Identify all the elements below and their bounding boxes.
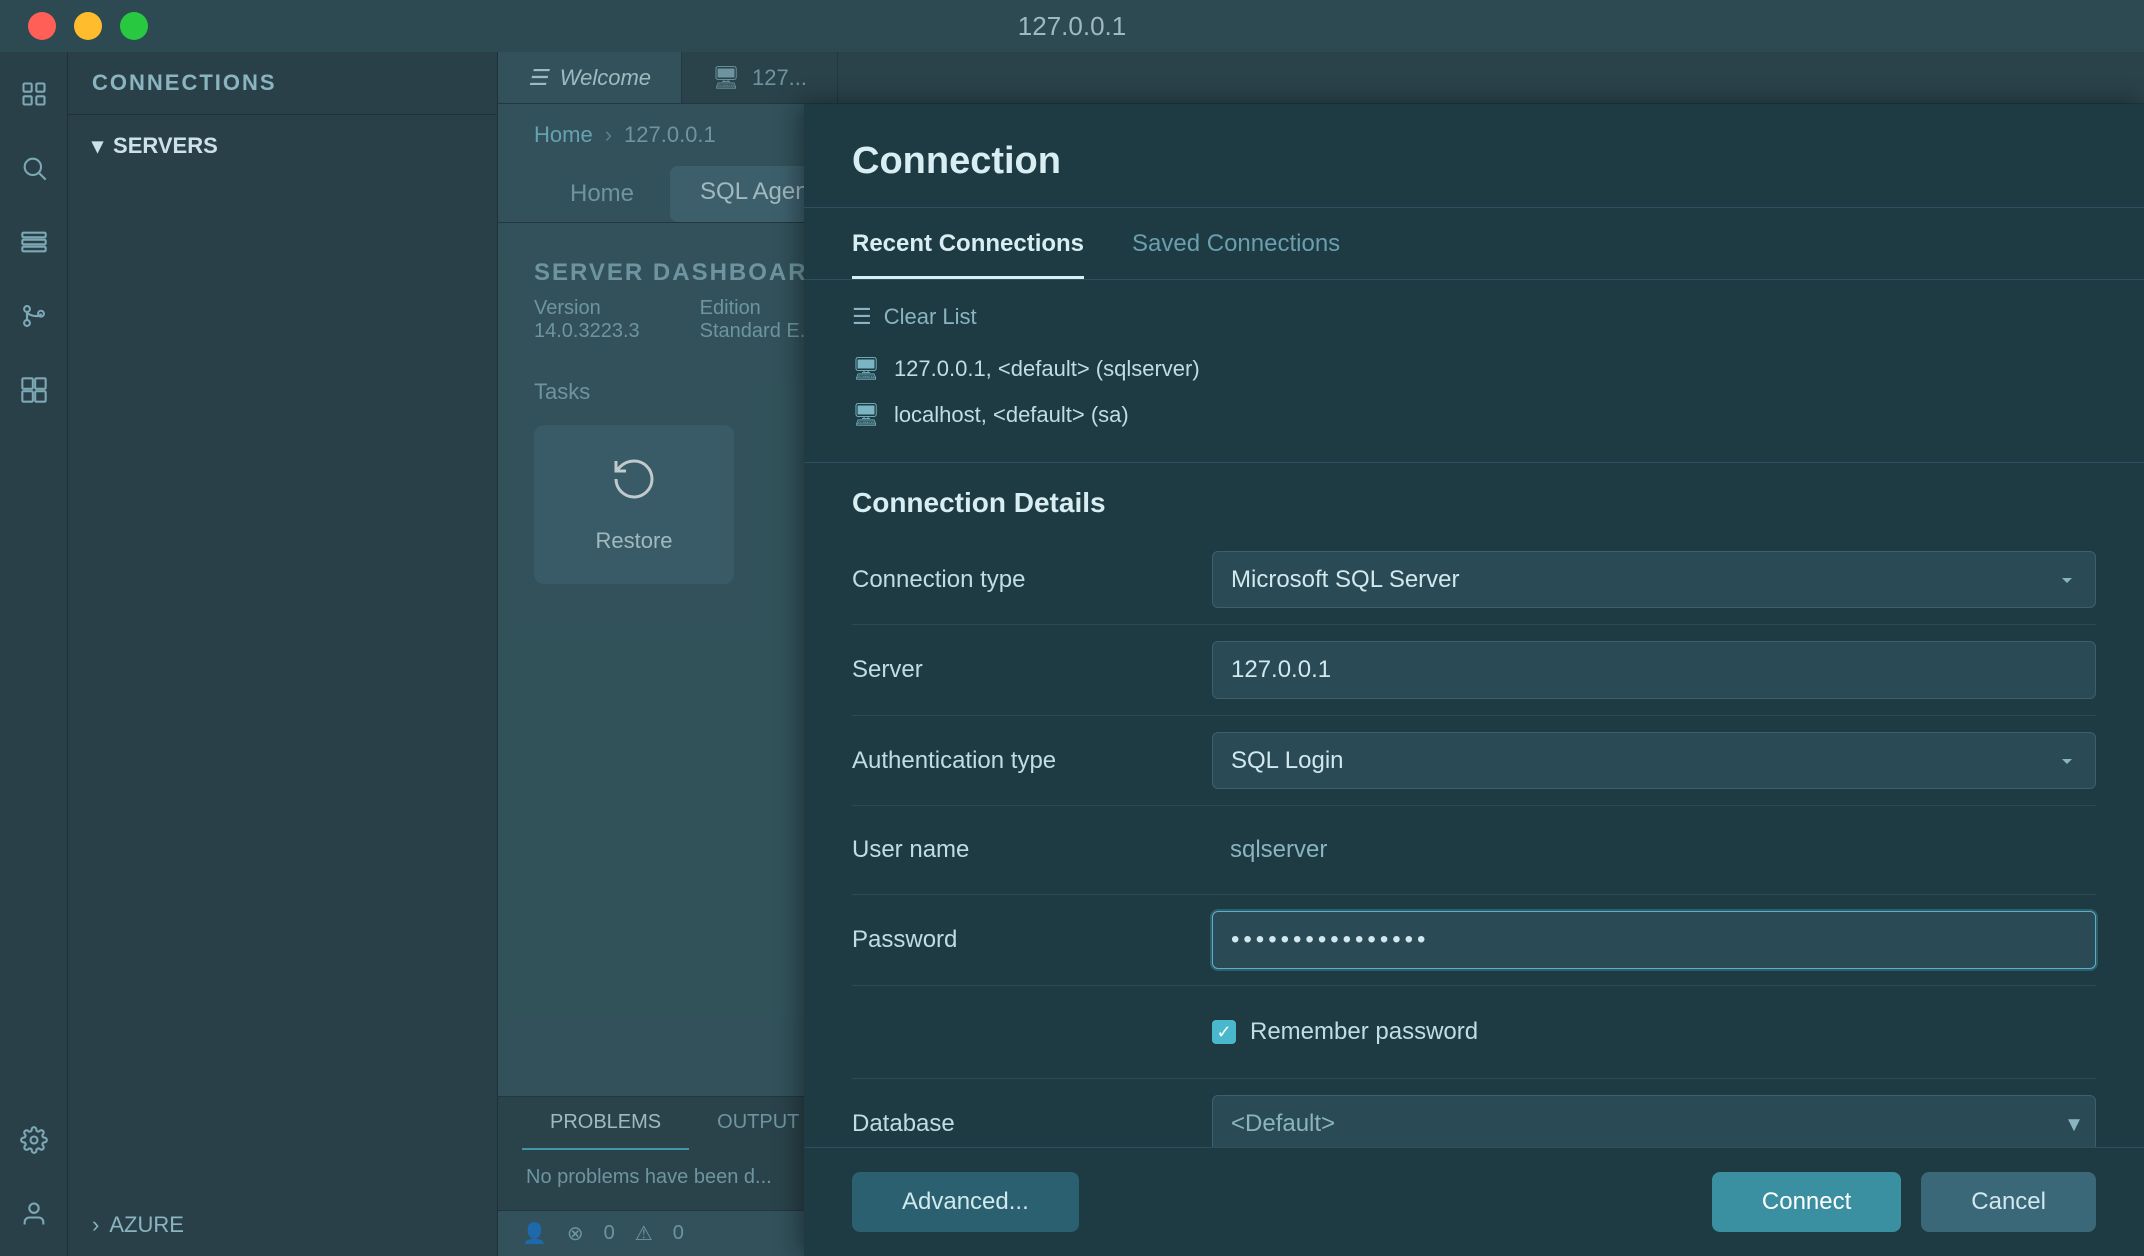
server-tab-icon: 🖥 (712, 65, 740, 91)
auth-type-row: Authentication type SQL Login Windows Au… (852, 716, 2096, 806)
window-title: 127.0.0.1 (1018, 11, 1126, 42)
problems-tab[interactable]: PROBLEMS (522, 1097, 689, 1150)
cancel-button[interactable]: Cancel (1921, 1172, 2096, 1232)
password-control (1212, 911, 2096, 969)
user-status-icon: 👤 (522, 1221, 547, 1246)
recent-connection-1[interactable]: 🖥 localhost, <default> (sa) (852, 392, 2096, 438)
remember-password-control: ✓ Remember password (1212, 1002, 2096, 1062)
restore-icon (610, 455, 658, 514)
connection-type-control: Microsoft SQL Server PostgreSQL MySQL SQ… (1212, 551, 2096, 608)
server-icon-1: 🖥 (852, 402, 880, 428)
connection-details-title: Connection Details (804, 463, 2144, 535)
panel-title: Connection (852, 140, 2096, 183)
settings-icon[interactable] (12, 1118, 56, 1162)
remember-password-checkbox[interactable]: ✓ (1212, 1020, 1236, 1044)
app-layout: CONNECTIONS ▾ SERVERS › AZURE ☰ Welcome … (0, 52, 2144, 1256)
server-control (1212, 641, 2096, 699)
icon-sidebar (0, 52, 68, 1256)
remember-password-checkbox-row: ✓ Remember password (1212, 1002, 2096, 1062)
breadcrumb-separator: › (605, 122, 612, 148)
warning-icon: ⚠ (635, 1221, 653, 1246)
database-row: Database <Default> ▾ (852, 1079, 2096, 1147)
recent-connections-section: ☰ Clear List 🖥 127.0.0.1, <default> (sql… (804, 280, 2144, 463)
servers-section: ▾ SERVERS (68, 115, 497, 177)
check-icon: ✓ (1216, 1022, 1231, 1043)
tab-saved-connections[interactable]: Saved Connections (1132, 212, 1340, 279)
panel-header: Connection (804, 104, 2144, 208)
auth-type-label: Authentication type (852, 747, 1212, 775)
schema-icon[interactable] (12, 220, 56, 264)
server-label: Server (852, 656, 1212, 684)
connection-type-row: Connection type Microsoft SQL Server Pos… (852, 535, 2096, 625)
close-button[interactable] (28, 12, 56, 40)
auth-type-select[interactable]: SQL Login Windows Authentication Azure A… (1212, 732, 2096, 789)
server-row: Server (852, 625, 2096, 716)
panel-footer: Advanced... Connect Cancel (804, 1147, 2144, 1256)
restore-task[interactable]: Restore (534, 425, 734, 584)
connect-button[interactable]: Connect (1712, 1172, 1901, 1232)
connections-header: CONNECTIONS (68, 52, 497, 115)
username-label: User name (852, 836, 1212, 864)
git-icon[interactable] (12, 294, 56, 338)
connection-type-select[interactable]: Microsoft SQL Server PostgreSQL MySQL SQ… (1212, 551, 2096, 608)
azure-section[interactable]: › AZURE (68, 1194, 497, 1256)
remember-password-label: Remember password (1250, 1018, 1478, 1046)
recent-connection-0[interactable]: 🖥 127.0.0.1, <default> (sqlserver) (852, 346, 2096, 392)
database-label: Database (852, 1110, 1212, 1138)
password-row: Password (852, 895, 2096, 986)
connection-panel: Connection Recent Connections Saved Conn… (804, 104, 2144, 1256)
maximize-button[interactable] (120, 12, 148, 40)
password-input[interactable] (1212, 911, 2096, 969)
version-info: Version 14.0.3223.3 (534, 297, 640, 343)
password-label: Password (852, 926, 1212, 954)
remember-password-row: ✓ Remember password (852, 986, 2096, 1079)
edition-info: Edition Standard E... (700, 297, 817, 343)
connection-type-label: Connection type (852, 566, 1212, 594)
advanced-button[interactable]: Advanced... (852, 1172, 1079, 1232)
username-row: User name sqlserver (852, 806, 2096, 895)
welcome-tab[interactable]: ☰ Welcome (498, 52, 682, 103)
auth-type-control: SQL Login Windows Authentication Azure A… (1212, 732, 2096, 789)
tab-home[interactable]: Home (534, 166, 670, 222)
database-dropdown-arrow: ▾ (2068, 1110, 2080, 1139)
search-icon[interactable] (12, 146, 56, 190)
error-count: 0 (604, 1222, 615, 1245)
user-icon[interactable] (12, 1192, 56, 1236)
restore-label: Restore (595, 528, 672, 554)
database-control: <Default> ▾ (1212, 1095, 2096, 1147)
clear-list-button[interactable]: ☰ Clear List (852, 304, 2096, 330)
server-input[interactable] (1212, 641, 2096, 699)
tab-bar: ☰ Welcome 🖥 127... (498, 52, 2144, 104)
chevron-down-icon: ▾ (92, 133, 103, 159)
chevron-right-icon: › (92, 1212, 99, 1238)
database-value[interactable]: <Default> (1212, 1095, 2096, 1147)
window-controls (28, 12, 148, 40)
tab-recent-connections[interactable]: Recent Connections (852, 212, 1084, 279)
list-icon: ☰ (852, 304, 872, 330)
extensions-icon[interactable] (12, 368, 56, 412)
sidebar-bottom (12, 1118, 56, 1236)
servers-label[interactable]: ▾ SERVERS (92, 133, 473, 159)
username-value: sqlserver (1212, 822, 2096, 878)
breadcrumb-current: 127.0.0.1 (624, 122, 716, 148)
breadcrumb-home[interactable]: Home (534, 122, 593, 148)
connections-icon[interactable] (12, 72, 56, 116)
connections-panel: CONNECTIONS ▾ SERVERS › AZURE (68, 52, 498, 1256)
minimize-button[interactable] (74, 12, 102, 40)
panel-tabs: Recent Connections Saved Connections (804, 212, 2144, 280)
server-icon-0: 🖥 (852, 356, 880, 382)
warning-count: 0 (673, 1222, 684, 1245)
error-icon: ⊗ (567, 1221, 584, 1246)
database-select-wrapper: <Default> ▾ (1212, 1095, 2096, 1147)
username-control: sqlserver (1212, 822, 2096, 878)
menu-icon: ☰ (528, 65, 548, 91)
titlebar: 127.0.0.1 (0, 0, 2144, 52)
ip-tab[interactable]: 🖥 127... (682, 52, 838, 103)
form-area: Connection type Microsoft SQL Server Pos… (804, 535, 2144, 1147)
